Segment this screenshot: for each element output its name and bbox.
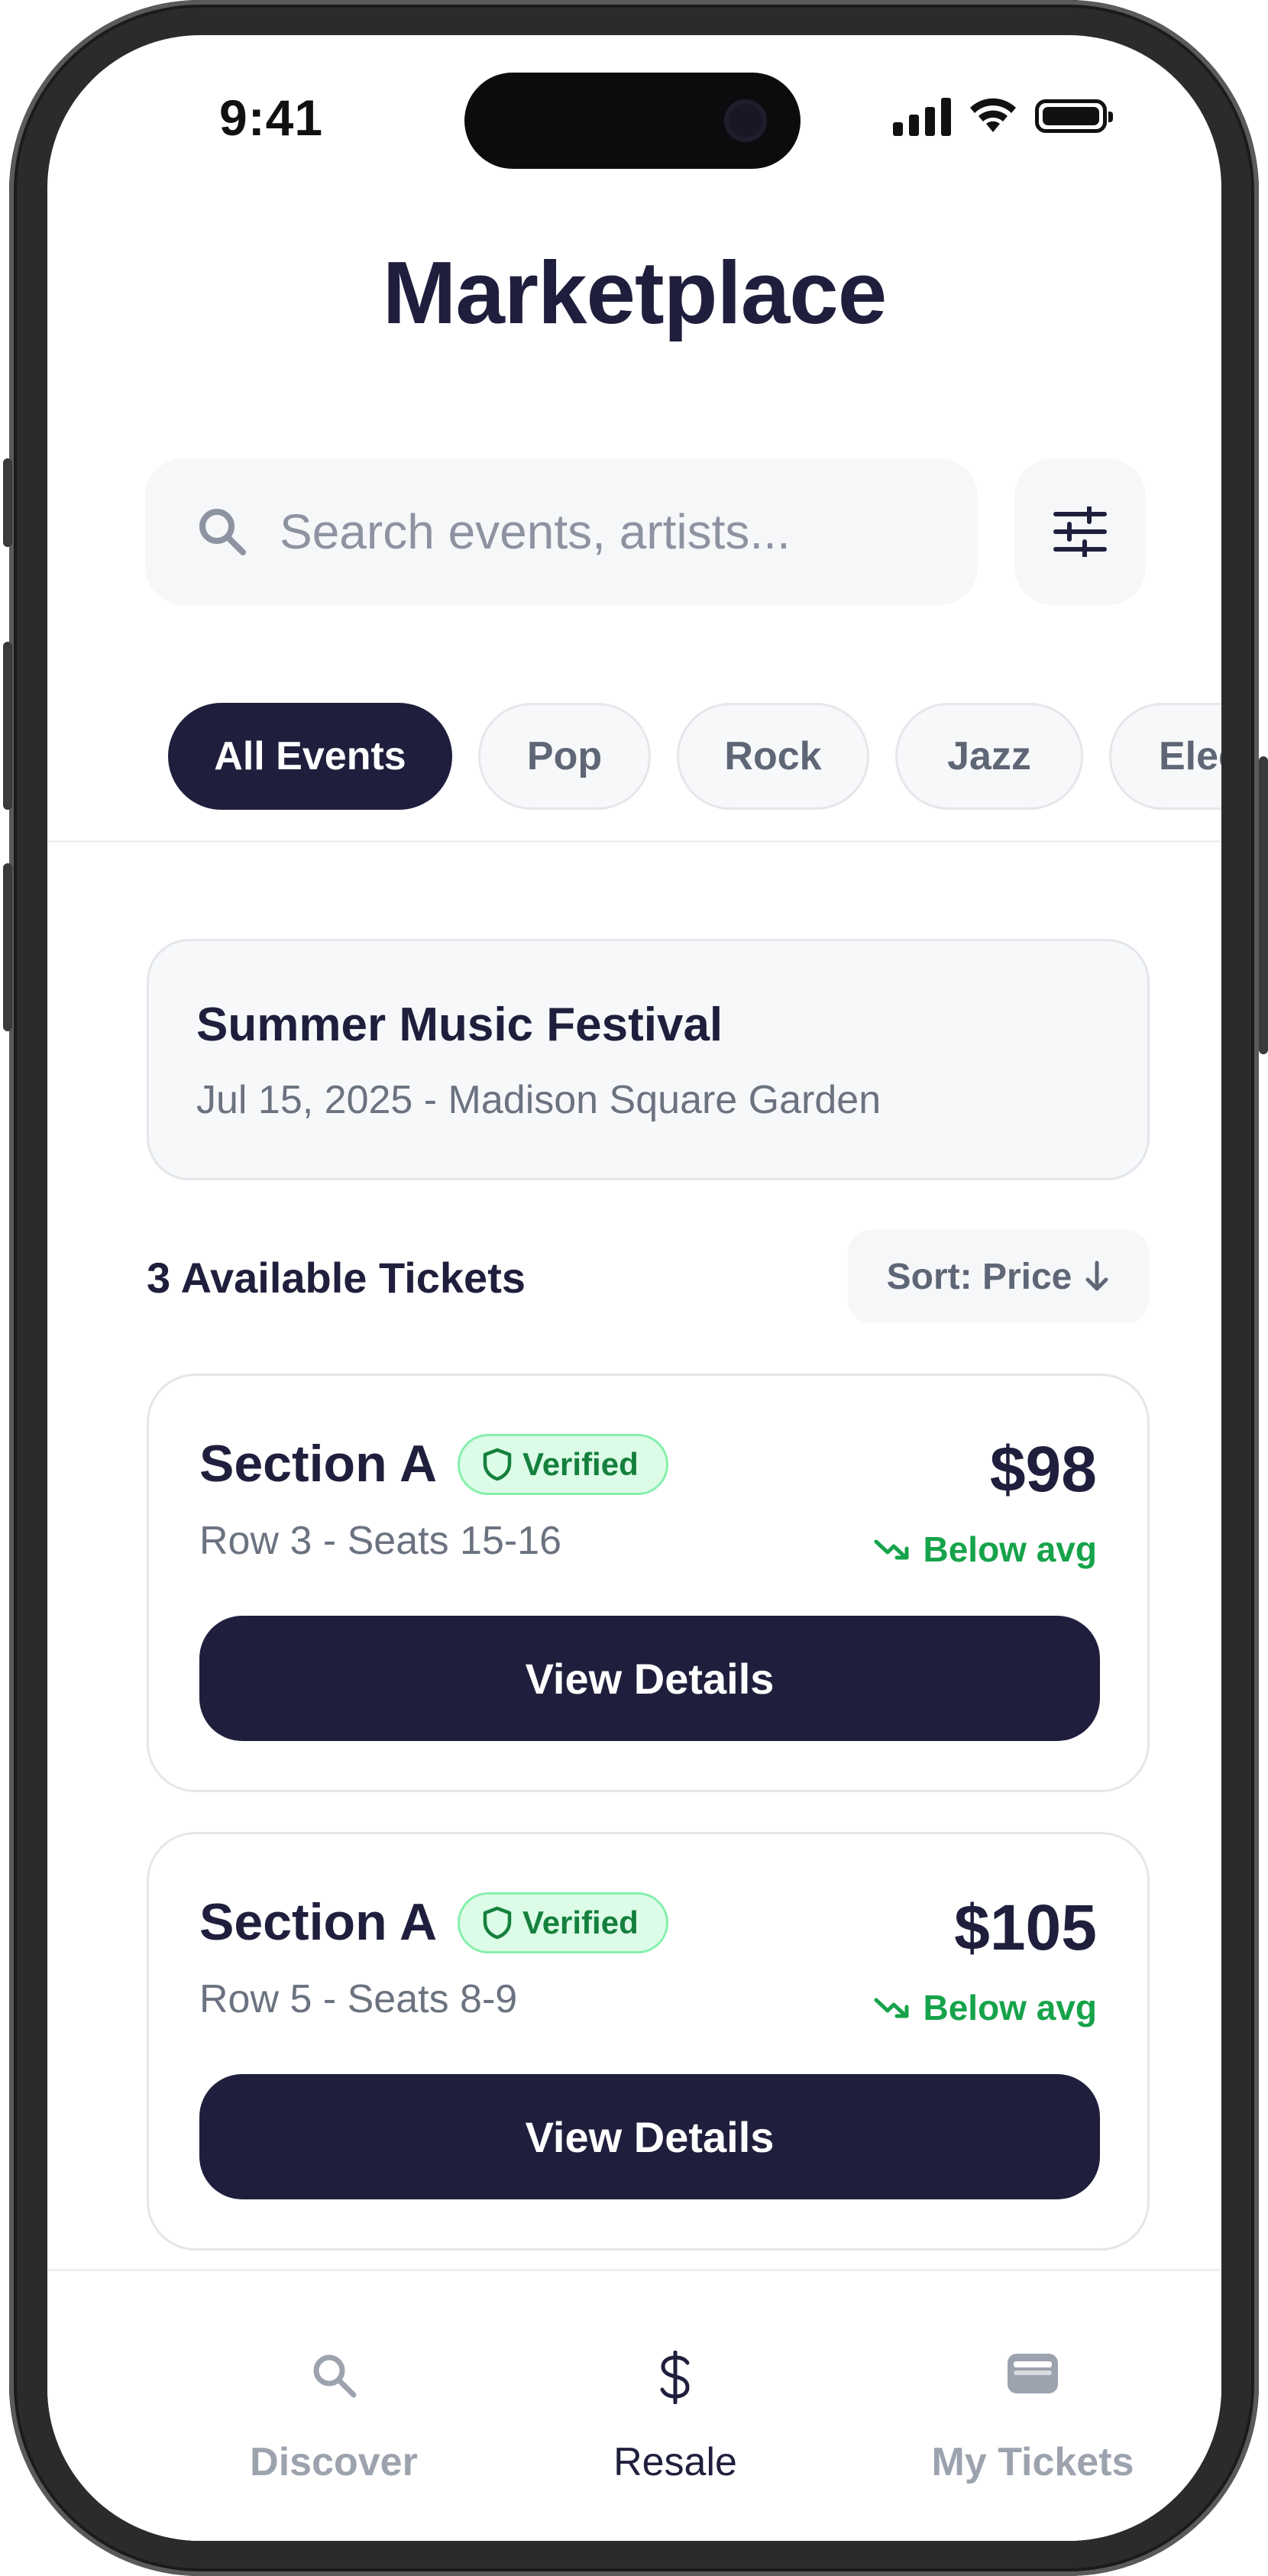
trending-down-icon: [874, 1998, 909, 2018]
event-title: Summer Music Festival: [196, 998, 723, 1051]
view-details-button[interactable]: View Details: [199, 1616, 1100, 1741]
arrow-down-icon: [1085, 1260, 1108, 1291]
event-subtitle: Jul 15, 2025 - Madison Square Garden: [196, 1078, 881, 1122]
chip-all-events[interactable]: All Events: [168, 703, 452, 810]
nav-discover[interactable]: Discover: [181, 2271, 487, 2484]
status-time: 9:41: [219, 89, 324, 146]
nav-discover-label: Discover: [250, 2440, 418, 2484]
divider: [47, 840, 1221, 843]
ticket-section: Section A: [199, 1435, 438, 1493]
nav-resale-label: Resale: [613, 2440, 737, 2484]
ticket-card[interactable]: Section A Verified Row 5 - Seats 8-9 $10…: [147, 1832, 1150, 2251]
event-card[interactable]: Summer Music Festival Jul 15, 2025 - Mad…: [147, 939, 1150, 1180]
camera-icon: [724, 99, 767, 142]
nav-my-tickets[interactable]: My Tickets: [880, 2271, 1186, 2484]
sort-button[interactable]: Sort: Price: [848, 1230, 1149, 1323]
shield-icon: [483, 1448, 512, 1481]
ticket-price: $98: [989, 1433, 1097, 1505]
signal-icon: [893, 96, 951, 136]
shield-icon: [483, 1906, 512, 1940]
chip-electronic[interactable]: Electronic: [1109, 703, 1221, 810]
category-chips: All Events Pop Rock Jazz Electronic: [168, 703, 1221, 810]
verified-label: Verified: [522, 1904, 639, 1940]
ticket-row-seats: Row 3 - Seats 15-16: [199, 1519, 562, 1563]
wallet-icon: [1008, 2354, 1058, 2393]
wifi-icon: [970, 98, 1016, 132]
verified-badge: Verified: [458, 1892, 668, 1953]
price-trend: Below avg: [874, 1529, 1097, 1570]
dollar-icon: [660, 2351, 690, 2404]
nav-resale[interactable]: Resale: [522, 2271, 828, 2484]
price-trend-label: Below avg: [923, 1988, 1097, 2027]
ticket-card[interactable]: Section A Verified Row 3 - Seats 15-16 $…: [147, 1374, 1150, 1792]
battery-icon: [1035, 99, 1113, 133]
search-input[interactable]: [278, 503, 892, 561]
sliders-icon: [1053, 506, 1107, 557]
status-icons: [893, 96, 1113, 136]
phone-power-button: [1259, 756, 1268, 1054]
view-details-button[interactable]: View Details: [199, 2074, 1100, 2199]
verified-label: Verified: [522, 1446, 639, 1482]
sort-label: Sort: Price: [886, 1256, 1072, 1297]
phone-volume-down: [3, 863, 12, 1031]
phone-volume-up: [3, 642, 12, 810]
chip-rock[interactable]: Rock: [677, 703, 869, 810]
bottom-nav: Discover Resale My Tickets: [47, 2269, 1221, 2541]
search-icon: [199, 509, 246, 555]
ticket-row-seats: Row 5 - Seats 8-9: [199, 1977, 518, 2021]
tickets-count: 3 Available Tickets: [147, 1254, 526, 1302]
chip-jazz[interactable]: Jazz: [895, 703, 1083, 810]
verified-badge: Verified: [458, 1434, 668, 1495]
ticket-section: Section A: [199, 1893, 438, 1951]
search-bar[interactable]: [145, 458, 978, 605]
phone-side-button: [3, 458, 12, 547]
screen: 9:41 Marketplace Search events, artists.…: [47, 35, 1221, 2541]
ticket-price: $105: [954, 1892, 1097, 1963]
filter-button[interactable]: [1014, 458, 1146, 605]
search-icon: [313, 2354, 357, 2398]
trending-down-icon: [874, 1539, 909, 1560]
price-trend: Below avg: [874, 1987, 1097, 2028]
nav-my-tickets-label: My Tickets: [931, 2440, 1134, 2484]
price-trend-label: Below avg: [923, 1529, 1097, 1569]
page-title: Marketplace: [382, 243, 888, 342]
chip-pop[interactable]: Pop: [478, 703, 651, 810]
dynamic-island: [464, 73, 801, 169]
